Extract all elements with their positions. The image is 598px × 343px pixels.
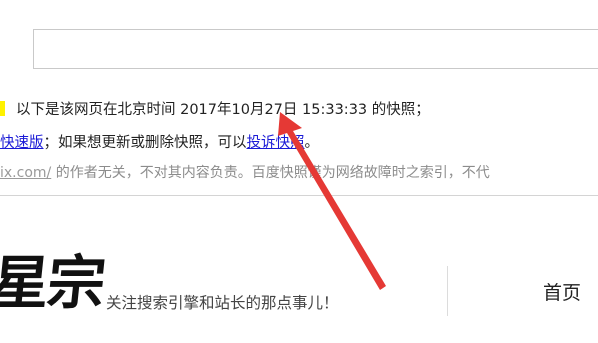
annotation-arrow-shape — [278, 112, 386, 290]
annotation-arrow-icon — [278, 112, 386, 290]
